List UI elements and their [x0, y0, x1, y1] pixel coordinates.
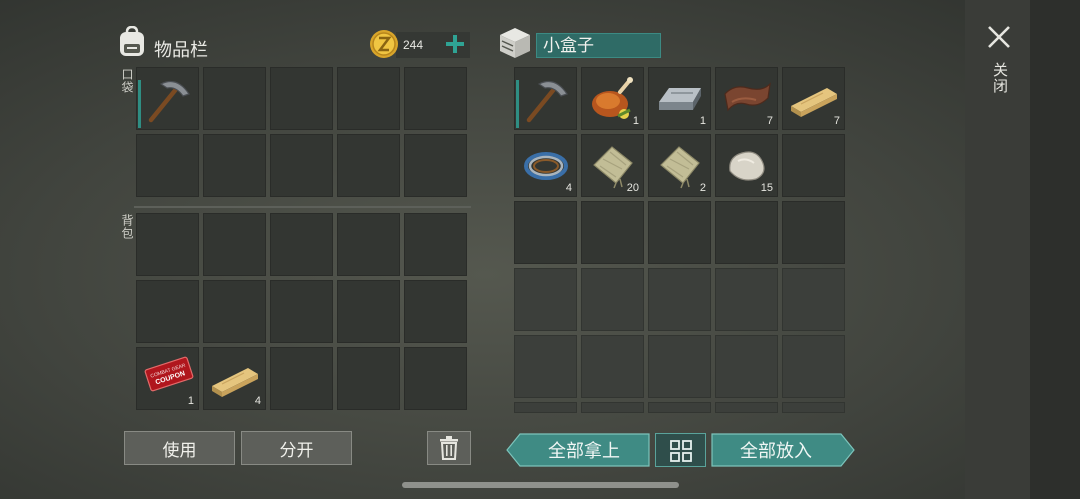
container-empty-slot — [782, 402, 845, 413]
container-slot[interactable]: 20 — [581, 134, 644, 197]
item-count: 20 — [626, 182, 639, 194]
container-empty-slot[interactable] — [715, 268, 778, 331]
container-slot[interactable]: 7 — [715, 67, 778, 130]
container-empty-slot[interactable] — [514, 335, 577, 398]
container-empty-slot[interactable] — [782, 335, 845, 398]
container-empty-slot[interactable] — [581, 335, 644, 398]
put-all-label: 全部放入 — [740, 441, 812, 461]
container-slot[interactable]: 1 — [648, 67, 711, 130]
item-count: 1 — [187, 395, 194, 407]
container-slot[interactable] — [514, 67, 577, 130]
take-all-button[interactable]: 全部拿上 — [506, 433, 650, 467]
container-slot[interactable] — [782, 134, 845, 197]
backpack-slot[interactable] — [136, 213, 199, 276]
use-button[interactable]: 使用 — [124, 431, 235, 465]
close-button[interactable]: 关闭 — [982, 22, 1016, 102]
item-count: 1 — [632, 115, 639, 127]
plus-icon — [446, 35, 464, 53]
sort-button[interactable] — [655, 433, 706, 467]
backpack-label: 背包 — [120, 214, 134, 240]
backpack-slot[interactable] — [270, 280, 333, 343]
home-indicator — [402, 482, 679, 488]
selected-indicator — [516, 80, 519, 128]
trash-icon — [440, 436, 458, 460]
item-count: 4 — [254, 395, 261, 407]
container-empty-slot — [715, 402, 778, 413]
container-slot[interactable]: 1 — [581, 67, 644, 130]
pocket-slot[interactable] — [203, 67, 266, 130]
item-count: 7 — [766, 115, 773, 127]
coin-count: 244 — [403, 38, 424, 52]
container-empty-slot[interactable] — [782, 268, 845, 331]
split-button[interactable]: 分开 — [241, 431, 352, 465]
pocket-slot[interactable] — [136, 134, 199, 197]
coin-icon — [369, 29, 399, 64]
box-icon — [497, 26, 533, 65]
pocket-slot[interactable] — [404, 67, 467, 130]
container-empty-slot[interactable] — [648, 268, 711, 331]
pocket-slot[interactable] — [203, 134, 266, 197]
container-slot[interactable]: 15 — [715, 134, 778, 197]
backpack-slot[interactable] — [203, 280, 266, 343]
pocket-slot[interactable] — [404, 134, 467, 197]
put-all-button[interactable]: 全部放入 — [711, 433, 855, 467]
trash-button[interactable] — [427, 431, 471, 465]
close-icon — [988, 26, 1010, 48]
pocket-slot[interactable] — [136, 67, 199, 130]
container-empty-slot — [581, 402, 644, 413]
item-count: 2 — [699, 182, 706, 194]
backpack-slot[interactable]: 4 — [203, 347, 266, 410]
container-slot[interactable] — [581, 201, 644, 264]
backpack-icon — [117, 25, 147, 63]
pocket-label: 口袋 — [120, 68, 134, 94]
inventory-title: 物品栏 — [154, 40, 208, 60]
backpack-slot[interactable] — [270, 213, 333, 276]
container-slot[interactable] — [514, 201, 577, 264]
take-all-label: 全部拿上 — [548, 441, 620, 461]
container-slot[interactable] — [782, 201, 845, 264]
container-empty-slot[interactable] — [581, 268, 644, 331]
pocket-slot[interactable] — [270, 134, 333, 197]
close-label: 关闭 — [991, 62, 1008, 94]
pocket-slot[interactable] — [337, 134, 400, 197]
backpack-slot[interactable] — [404, 347, 467, 410]
item-count: 4 — [565, 182, 572, 194]
backpack-slot[interactable] — [404, 213, 467, 276]
selected-indicator — [138, 80, 141, 128]
item-count: 15 — [760, 182, 773, 194]
backpack-slot[interactable] — [337, 213, 400, 276]
pocket-slot[interactable] — [337, 67, 400, 130]
container-slot[interactable]: 7 — [782, 67, 845, 130]
add-coins-button[interactable] — [443, 32, 467, 56]
section-divider — [134, 206, 471, 208]
pocket-slot[interactable] — [270, 67, 333, 130]
container-slot[interactable] — [648, 201, 711, 264]
container-slot[interactable] — [715, 201, 778, 264]
container-empty-slot[interactable] — [715, 335, 778, 398]
grid-sort-icon — [670, 440, 692, 462]
item-count: 1 — [699, 115, 706, 127]
container-empty-slot — [648, 402, 711, 413]
item-count: 7 — [833, 115, 840, 127]
container-slot[interactable]: 4 — [514, 134, 577, 197]
backpack-slot[interactable] — [337, 347, 400, 410]
backpack-slot[interactable]: COMBAT GEAR COUPON 1 — [136, 347, 199, 410]
right-edge-bg — [1030, 0, 1080, 499]
container-empty-slot[interactable] — [514, 268, 577, 331]
backpack-slot[interactable] — [136, 280, 199, 343]
container-empty-slot[interactable] — [648, 335, 711, 398]
backpack-slot[interactable] — [203, 213, 266, 276]
container-empty-slot — [514, 402, 577, 413]
container-name-field[interactable]: 小盒子 — [536, 33, 661, 58]
backpack-slot[interactable] — [404, 280, 467, 343]
backpack-slot[interactable] — [270, 347, 333, 410]
container-slot[interactable]: 2 — [648, 134, 711, 197]
backpack-slot[interactable] — [337, 280, 400, 343]
